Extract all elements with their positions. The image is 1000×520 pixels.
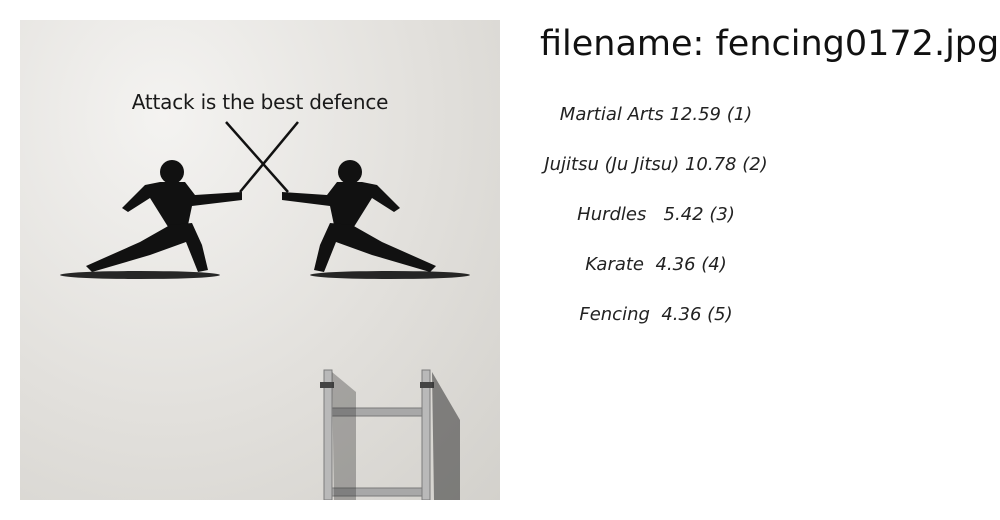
filename-label: filename: fencing0172.jpg — [540, 24, 1000, 64]
result-item: Hurdles 5.42 (3) — [577, 204, 735, 225]
left-sword — [239, 121, 299, 193]
page: Attack is the best defence filename: fen… — [0, 0, 1000, 520]
ladder-shadow-left — [332, 372, 356, 500]
right-fencer-silhouette — [282, 160, 436, 272]
result-item: Jujitsu (Ju Jitsu) 10.78 (2) — [544, 154, 768, 175]
ladder-shadow — [432, 372, 460, 500]
right-sword — [225, 121, 289, 193]
result-item: Martial Arts 12.59 (1) — [559, 104, 753, 125]
right-fencer-shadow — [310, 271, 470, 279]
left-fencer-silhouette — [86, 160, 242, 272]
left-fencer-shadow — [60, 271, 220, 279]
classification-results-list: Martial Arts 12.59 (1) Jujitsu (Ju Jitsu… — [520, 100, 792, 350]
result-item: Fencing 4.36 (5) — [579, 304, 733, 325]
result-item: Karate 4.36 (4) — [585, 254, 727, 275]
wall-slogan-text: Attack is the best defence — [131, 90, 389, 114]
fencing-photo: Attack is the best defence — [20, 20, 500, 500]
